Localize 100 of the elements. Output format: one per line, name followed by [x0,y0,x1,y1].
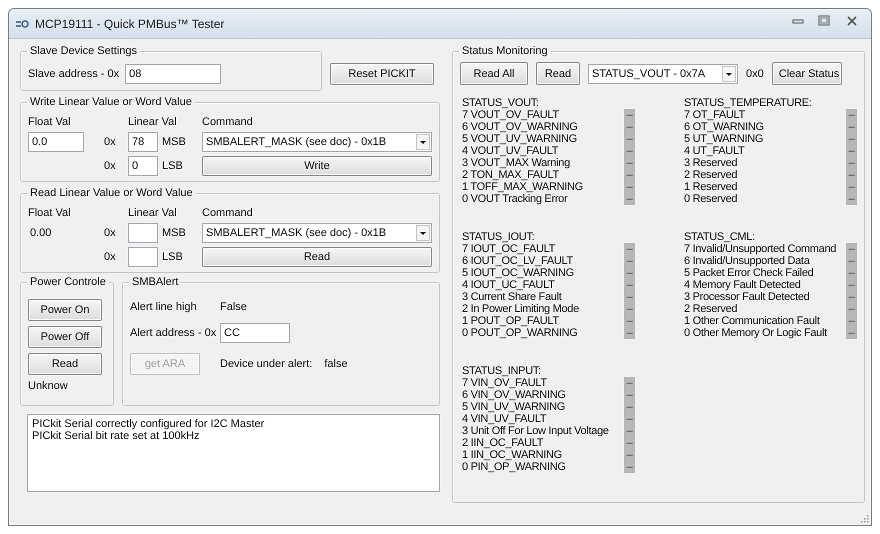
status-bit-value: – [846,327,857,339]
resize-grip-icon[interactable] [860,514,869,523]
field-label: Float Val [28,207,72,219]
status-bit-value: – [624,437,635,449]
status-bit-value: – [624,315,635,327]
power-status: Unknow [28,380,68,392]
status-bit-value: – [624,413,635,425]
status-bit-value: – [624,327,635,339]
status-bit-value: – [624,425,635,437]
field-label: Alert address - 0x [130,327,218,339]
byte-label: LSB [162,251,184,263]
field-label: Linear Val [128,207,178,219]
status-bit-value: – [624,243,635,255]
read-button[interactable]: Read [202,247,432,267]
status-bit-value: – [624,291,635,303]
log-line: PICkit Serial bit rate set at 100kHz [32,430,201,442]
status-bit-label: 1 IIN_OC_WARNING [462,449,563,461]
status-bit-value: – [624,377,635,389]
status-bit-value: – [624,157,635,169]
status-bit-label: 3 Processor Fault Detected [684,291,810,303]
read-all-button[interactable]: Read All [460,62,528,85]
status-bit-value: – [846,243,857,255]
field-label: Alert line high [130,301,198,313]
status-bit-label: 5 UT_WARNING [684,133,764,145]
status-bit-label: 4 VIN_UV_FAULT [462,413,548,425]
app-icon [15,18,29,28]
status-bit-label: 2 Reserved [684,303,738,315]
status-bit-label: 6 OT_WARNING [684,121,765,133]
status-bit-value: – [846,255,857,267]
status-bit-label: 1 TOFF_MAX_WARNING [462,181,584,193]
status-bit-label: 7 VIN_OV_FAULT [462,377,548,389]
status-bit-label: 5 VOUT_UV_WARNING [462,133,578,145]
power-button[interactable]: Power On [28,299,102,321]
status-bit-label: 1 POUT_OP_FAULT [462,315,560,327]
status-bit-value: – [624,303,635,315]
status-bit-value: – [846,121,857,133]
command-dropdown[interactable]: SMBALERT_MASK (see doc) - 0x1B [202,223,432,243]
command-dropdown[interactable]: SMBALERT_MASK (see doc) - 0x1B [202,132,432,152]
status-bit-label: 0 POUT_OP_WARNING [462,327,579,339]
status-register-title: STATUS_IOUT: [462,231,536,243]
slave-address-field[interactable]: 08 [125,64,222,84]
reset-button[interactable]: Reset PICKIT [330,63,434,85]
status-bit-label: 2 IIN_OC_FAULT [462,437,544,449]
log-box[interactable]: PICkit Serial correctly configured for I2C Master PICkit Serial bit rate set at 100kHz [27,414,440,492]
power-button[interactable]: Power Off [28,326,102,348]
field-label: Command [202,207,254,219]
register-dropdown[interactable]: STATUS_VOUT - 0x7A [588,64,738,84]
status-bit-label: 4 UT_FAULT [684,145,746,157]
field-label: Device under alert: [220,358,312,370]
field-value: False [220,301,248,313]
field-label: Command [202,116,254,128]
status-bit-value: – [624,193,635,205]
float-value: 0.00 [29,227,52,239]
status-bit-label: 0 Other Memory Or Logic Fault [684,327,828,339]
status-bit-value: – [846,315,857,327]
status-bit-value: – [846,169,857,181]
alert-address-field[interactable]: CC [220,323,290,343]
hex-prefix: 0x [104,227,117,239]
field-label: Linear Val [128,116,178,128]
hex-prefix: 0x [104,160,117,172]
field-label: Slave address - 0x [28,68,120,80]
byte-label: LSB [162,160,184,172]
status-bit-value: – [846,291,857,303]
status-register-title: STATUS_VOUT: [462,97,540,109]
status-register-title: STATUS_TEMPERATURE: [684,97,813,109]
status-bit-value: – [846,303,857,315]
status-bit-label: 3 VOUT_MAX Warning [462,157,571,169]
status-bit-label: 7 Invalid/Unsupported Command [684,243,838,255]
register-value: 0x0 [746,68,764,80]
byte-label: MSB [162,136,187,148]
lsb-field[interactable]: 0 [128,156,158,176]
status-bit-label: 7 VOUT_OV_FAULT [462,109,560,121]
field-label: Float Val [28,116,72,128]
status-bit-label: 3 Reserved [684,157,738,169]
msb-field[interactable] [128,223,158,243]
byte-label: MSB [162,227,187,239]
status-bit-label: 0 Reserved [684,193,738,205]
clear-status-button[interactable]: Clear Status [772,62,842,85]
status-bit-value: – [624,255,635,267]
status-bit-value: – [624,181,635,193]
status-bit-label: 6 VOUT_OV_WARNING [462,121,579,133]
write-button[interactable]: Write [202,156,432,176]
status-bit-label: 5 IOUT_OC_WARNING [462,267,575,279]
lsb-field[interactable] [128,247,158,267]
power-button[interactable]: Read [28,353,102,375]
status-bit-label: 1 Reserved [684,181,738,193]
float-value-field[interactable]: 0.0 [28,132,84,152]
read-button[interactable]: Read [536,62,580,85]
status-bit-label: 0 PIN_OP_WARNING [462,461,567,473]
status-bit-value: – [846,145,857,157]
msb-field[interactable]: 78 [128,132,158,152]
status-bit-value: – [846,157,857,169]
field-value: false [324,358,348,370]
log-line: PICkit Serial correctly configured for I2C Master [32,418,266,430]
status-bit-value: – [624,121,635,133]
status-bit-label: 6 Invalid/Unsupported Data [684,255,811,267]
group-title: Slave Device Settings [27,45,140,58]
status-bit-label: 2 TON_MAX_FAULT [462,169,560,181]
status-bit-value: – [624,109,635,121]
status-bit-value: – [624,145,635,157]
